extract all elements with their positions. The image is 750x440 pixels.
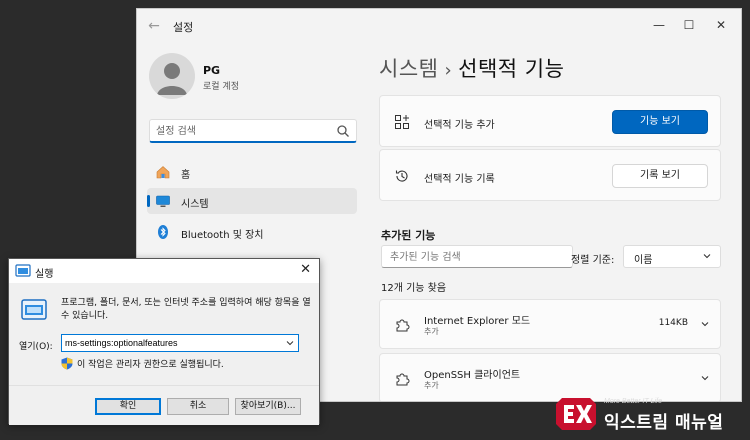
watermark-logo	[556, 398, 596, 430]
run-titlebar: 실행 ✕	[9, 259, 319, 283]
browse-button[interactable]: 찾아보기(B)...	[235, 398, 301, 415]
run-icon	[21, 299, 47, 320]
feature-history-card: 선택적 기능 기록 기록 보기	[379, 149, 721, 201]
window-title: 설정	[173, 21, 194, 34]
close-icon[interactable]: ✕	[300, 262, 311, 277]
feature-status: 추가	[424, 327, 439, 336]
run-button-row: 확인 취소 찾아보기(B)...	[9, 385, 319, 425]
admin-shield-icon	[61, 357, 73, 370]
bluetooth-icon	[158, 225, 168, 239]
history-icon	[395, 170, 408, 182]
sidebar-item-system[interactable]: 시스템	[147, 188, 357, 214]
list-item[interactable]: Internet Explorer 모드 추가 114KB	[379, 299, 721, 349]
close-icon[interactable]: ✕	[709, 15, 733, 35]
home-icon	[156, 166, 170, 179]
admin-note: 이 작업은 관리자 권한으로 실행됩니다.	[77, 360, 224, 370]
sort-dropdown[interactable]: 이름	[623, 245, 721, 268]
settings-search-box[interactable]	[149, 119, 357, 143]
maximize-icon[interactable]: ☐	[677, 15, 701, 35]
add-feature-label: 선택적 기능 추가	[424, 120, 495, 131]
view-features-button[interactable]: 기능 보기	[612, 110, 708, 134]
chevron-down-icon[interactable]	[285, 338, 295, 348]
added-features-search-input[interactable]	[390, 249, 566, 265]
page-title: 선택적 기능	[458, 57, 565, 81]
add-feature-icon	[395, 115, 409, 129]
settings-search-input[interactable]	[156, 123, 336, 139]
puzzle-icon	[396, 319, 410, 332]
chevron-right-icon: ›	[444, 60, 453, 81]
run-description: 프로그램, 폴더, 문서, 또는 인터넷 주소를 입력하여 해당 항목을 열 수…	[61, 298, 311, 321]
back-arrow-icon[interactable]: ←	[145, 17, 163, 35]
chevron-down-icon	[703, 254, 711, 259]
run-icon	[15, 264, 31, 277]
puzzle-icon	[396, 373, 410, 386]
run-dialog: 실행 ✕ 프로그램, 폴더, 문서, 또는 인터넷 주소를 입력하여 해당 항목…	[8, 258, 320, 425]
command-value: ms-settings:optionalfeatures	[65, 338, 178, 348]
feature-name: Internet Explorer 모드	[424, 316, 531, 327]
minimize-icon[interactable]: —	[647, 15, 671, 35]
feature-size: 114KB	[658, 318, 688, 328]
run-dialog-title: 실행	[35, 269, 54, 280]
ok-button[interactable]: 확인	[95, 398, 161, 415]
sidebar-item-label: 시스템	[181, 199, 209, 210]
user-icon	[157, 63, 187, 95]
feature-name: OpenSSH 클라이언트	[424, 370, 521, 381]
sidebar-item-bluetooth[interactable]: Bluetooth 및 장치	[147, 219, 357, 245]
watermark-tagline: More Better IT Life	[604, 398, 662, 405]
add-feature-card: 선택적 기능 추가 기능 보기	[379, 95, 721, 147]
sort-label: 정렬 기준:	[571, 255, 615, 266]
sidebar-item-home[interactable]: 홈	[147, 159, 357, 185]
added-features-title: 추가된 기능	[381, 229, 436, 242]
command-input[interactable]: ms-settings:optionalfeatures	[61, 334, 299, 352]
chevron-down-icon[interactable]	[700, 319, 710, 329]
feature-count: 12개 기능 찾음	[381, 283, 447, 294]
profile-name: PG	[203, 64, 221, 77]
chevron-down-icon[interactable]	[700, 373, 710, 383]
feature-history-label: 선택적 기능 기록	[424, 174, 495, 185]
list-item[interactable]: OpenSSH 클라이언트 추가	[379, 353, 721, 401]
feature-status: 추가	[424, 381, 439, 390]
avatar[interactable]	[149, 53, 195, 99]
sidebar-item-label: 홈	[181, 170, 191, 181]
sort-value: 이름	[634, 255, 653, 266]
monitor-icon	[156, 195, 170, 207]
added-features-search-box[interactable]	[381, 245, 573, 268]
view-history-button[interactable]: 기록 보기	[612, 164, 708, 188]
cancel-button[interactable]: 취소	[167, 398, 229, 415]
breadcrumb: 시스템 › 선택적 기능	[379, 53, 564, 83]
settings-titlebar: ← 설정 — ☐ ✕	[137, 9, 741, 43]
watermark-name: 익스트림 매뉴얼	[604, 413, 724, 433]
breadcrumb-parent[interactable]: 시스템	[379, 57, 438, 81]
sidebar-item-label: Bluetooth 및 장치	[181, 230, 264, 241]
search-icon[interactable]	[336, 124, 350, 138]
open-label: 열기(O):	[19, 342, 53, 352]
profile-account-type: 로컬 계정	[203, 82, 239, 92]
